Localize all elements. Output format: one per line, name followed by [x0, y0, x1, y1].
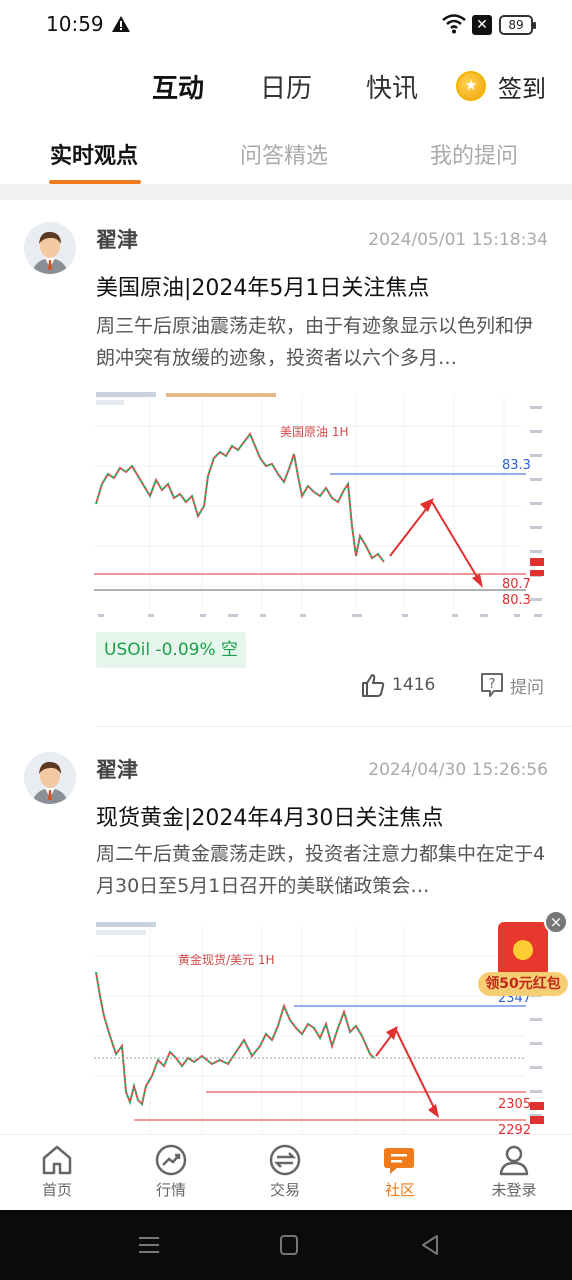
coin-icon: ★: [456, 71, 486, 101]
red-packet-promo[interactable]: × 领50元红包: [478, 910, 570, 998]
system-nav-bar: [0, 1210, 572, 1280]
close-icon[interactable]: ×: [544, 910, 568, 934]
like-button[interactable]: 1416: [360, 672, 435, 698]
post-time: 2024/04/30 15:26:56: [368, 760, 548, 780]
status-time: 10:59: [46, 12, 104, 36]
status-bar: 10:59 ✕ 89: [0, 0, 572, 52]
signin-label: 签到: [498, 74, 546, 103]
tab-live-views[interactable]: 实时观点: [50, 138, 138, 170]
chart-title: 黄金现货/美元 1H: [178, 952, 275, 967]
tab-my-questions[interactable]: 我的提问: [430, 138, 518, 170]
trade-signal-tag[interactable]: USOil -0.09% 空: [96, 632, 247, 668]
post-divider: [96, 726, 572, 727]
post-title[interactable]: 现货黄金|2024年4月30日关注焦点: [96, 800, 443, 832]
avatar-image: [24, 222, 76, 274]
wifi-icon: [442, 14, 466, 34]
author-name[interactable]: 翟津: [96, 224, 138, 254]
market-icon: [155, 1144, 187, 1176]
signin-button[interactable]: ★ 签到: [456, 68, 546, 104]
menu-icon[interactable]: [138, 1234, 160, 1256]
nav-trade[interactable]: 交易: [245, 1143, 325, 1200]
sub-nav: 实时观点 问答精选 我的提问: [0, 128, 572, 188]
level-label: 2292: [498, 1123, 531, 1134]
nav-label: 社区: [384, 1181, 415, 1199]
chart-image[interactable]: 美国原油 1H 83.3 80.7 80.3: [94, 386, 548, 622]
avatar-image: [24, 752, 76, 804]
avatar[interactable]: [24, 222, 76, 274]
level-label: 80.3: [502, 593, 531, 608]
nav-label: 首页: [41, 1181, 72, 1199]
nav-market[interactable]: 行情: [131, 1143, 211, 1200]
back-icon[interactable]: [420, 1234, 440, 1256]
battery-level: 89: [508, 18, 524, 32]
post-summary[interactable]: 周二午后黄金震荡走跌，投资者注意力都集中在定于4月30日至5月1日召开的美联储政…: [96, 838, 548, 902]
post-summary[interactable]: 周三午后原油震荡走软，由于有迹象显示以色列和伊朗冲突有放缓的迹象，投资者以六个多…: [96, 310, 548, 374]
user-icon: [499, 1145, 529, 1176]
nav-label: 未登录: [491, 1181, 537, 1199]
tab-calendar[interactable]: 日历: [260, 68, 312, 105]
warning-icon: [112, 16, 130, 32]
thumbs-up-icon: [362, 674, 385, 697]
trade-icon: [269, 1144, 301, 1176]
section-divider: [0, 184, 572, 200]
red-envelope-icon: [498, 922, 548, 976]
author-name[interactable]: 翟津: [96, 754, 138, 784]
ask-label: 提问: [510, 677, 544, 698]
chart-title: 美国原油 1H: [280, 425, 348, 439]
home-icon: [42, 1145, 72, 1175]
nav-label: 交易: [269, 1181, 300, 1199]
avatar[interactable]: [24, 752, 76, 804]
level-label: 83.3: [502, 458, 531, 473]
nav-community[interactable]: 社区: [360, 1143, 440, 1200]
post-card[interactable]: 翟津 2024/05/01 15:18:34 美国原油|2024年5月1日关注焦…: [0, 200, 572, 730]
tab-qa-picks[interactable]: 问答精选: [240, 138, 328, 170]
promo-label: 领50元红包: [478, 972, 568, 996]
nav-home[interactable]: 首页: [17, 1143, 97, 1200]
bottom-nav: 首页 行情 交易 社区 未登录: [0, 1134, 572, 1210]
top-nav: 互动 日历 快讯 ★ 签到: [0, 60, 572, 116]
no-sim-icon: ✕: [472, 15, 492, 35]
tab-interaction[interactable]: 互动: [152, 68, 204, 105]
post-time: 2024/05/01 15:18:34: [368, 230, 548, 250]
nav-profile[interactable]: 未登录: [474, 1143, 554, 1200]
community-icon: [384, 1148, 414, 1174]
home-button-icon[interactable]: [279, 1234, 299, 1256]
tab-news-flash[interactable]: 快讯: [366, 68, 418, 105]
post-title[interactable]: 美国原油|2024年5月1日关注焦点: [96, 270, 429, 302]
level-label: 80.7: [502, 577, 531, 592]
price-chart-usoil: 美国原油 1H 83.3 80.7 80.3: [94, 386, 548, 622]
battery-icon: 89: [499, 15, 536, 35]
ask-question-button[interactable]: ? 提问: [480, 672, 544, 698]
svg-text:?: ?: [489, 677, 496, 692]
level-label: 2305: [498, 1097, 531, 1112]
question-icon: ?: [481, 673, 503, 697]
nav-label: 行情: [155, 1181, 186, 1199]
like-count: 1416: [392, 675, 436, 695]
